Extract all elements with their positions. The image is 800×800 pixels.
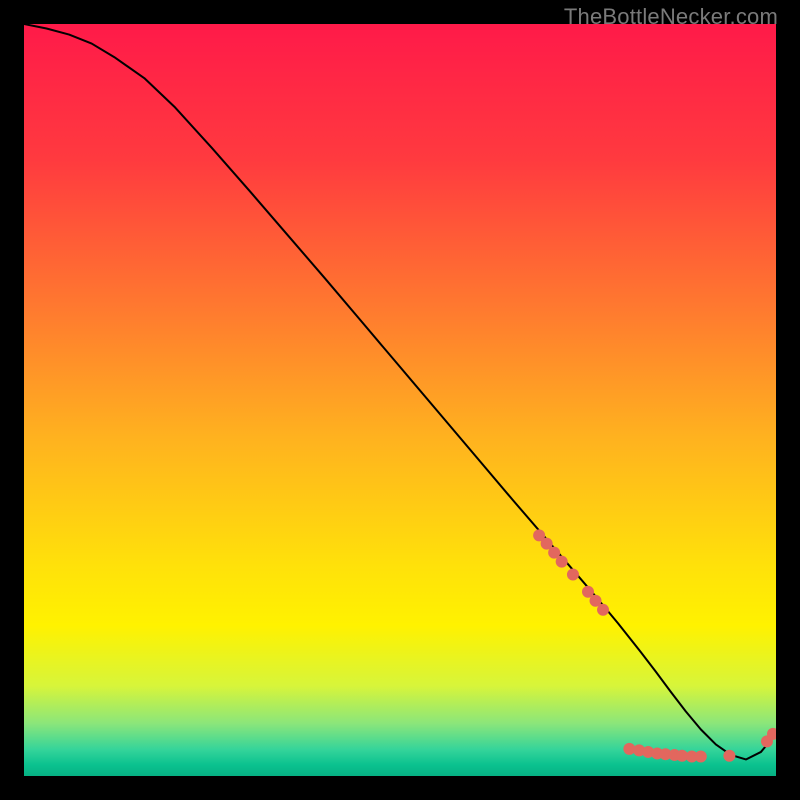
chart-container: TheBottleNecker.com <box>0 0 800 800</box>
chart-svg <box>24 24 776 776</box>
data-marker <box>567 568 579 580</box>
gradient-background <box>24 24 776 776</box>
data-marker <box>556 556 568 568</box>
data-marker <box>695 750 707 762</box>
data-marker <box>723 750 735 762</box>
plot-area <box>24 24 776 776</box>
data-marker <box>597 604 609 616</box>
